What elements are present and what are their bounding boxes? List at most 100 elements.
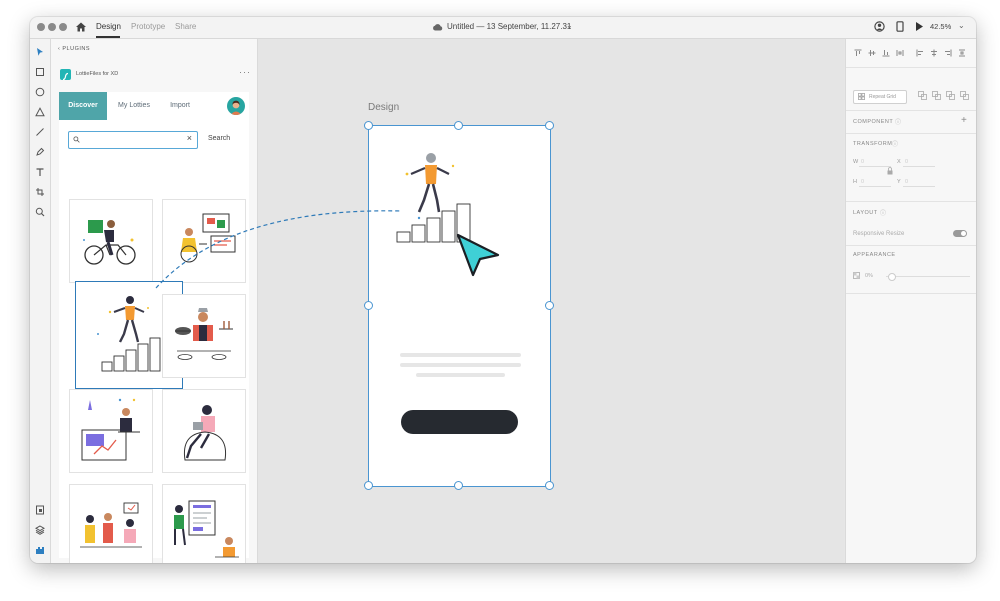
zoom-level[interactable]: 42.5% (930, 22, 951, 31)
chevron-down-icon[interactable]: ⌄ (566, 21, 573, 30)
boolean-subtract-icon[interactable] (932, 91, 941, 100)
search-field[interactable]: × (68, 131, 198, 149)
divider (846, 67, 976, 68)
lottiefiles-logo-icon (60, 69, 71, 81)
search-button[interactable]: Search (208, 135, 230, 142)
chef-illustration (175, 308, 233, 360)
ellipse-tool-icon[interactable] (35, 87, 45, 97)
boolean-exclude-icon[interactable] (960, 91, 969, 100)
boolean-intersect-icon[interactable] (946, 91, 955, 100)
animation-card-team-meeting[interactable] (69, 484, 153, 563)
polygon-tool-icon[interactable] (35, 107, 45, 117)
selection-handle-top-left[interactable] (364, 121, 373, 130)
responsive-resize-label: Responsive Resize (853, 231, 905, 237)
selection-handle-top-right[interactable] (545, 121, 554, 130)
height-label: H (853, 179, 857, 185)
repeat-grid-icon (858, 93, 865, 100)
zoom-window-button[interactable] (59, 23, 67, 31)
clear-search-icon[interactable]: × (187, 133, 192, 143)
title-bar: Design Prototype Share Untitled — 13 Sep… (30, 17, 976, 39)
opacity-slider-thumb[interactable] (888, 273, 896, 281)
opacity-value[interactable]: 0% (865, 273, 873, 279)
document-title[interactable]: Untitled — 13 September, 11.27.31 (447, 22, 571, 31)
plugins-back-link[interactable]: ‹ PLUGINS (58, 46, 90, 52)
home-icon[interactable] (75, 21, 87, 33)
layers-icon[interactable] (35, 525, 45, 535)
avatar[interactable] (227, 97, 245, 115)
animation-card-chef[interactable] (162, 294, 246, 378)
repeat-grid-button[interactable]: Repeat Grid (853, 90, 907, 104)
artboard-label[interactable]: Design (368, 102, 399, 113)
distribute-vertical-icon[interactable] (896, 49, 904, 57)
text-placeholder-line (400, 363, 521, 367)
align-middle-icon[interactable] (868, 49, 876, 57)
lock-icon[interactable] (887, 167, 893, 175)
width-field[interactable]: 0 (861, 159, 864, 165)
height-field[interactable]: 0 (861, 179, 864, 185)
play-icon[interactable] (914, 21, 924, 32)
tab-my-lotties[interactable]: My Lotties (109, 92, 159, 120)
design-canvas[interactable]: Design (258, 39, 844, 563)
align-left-icon[interactable] (916, 49, 924, 57)
text-tool-icon[interactable] (35, 167, 45, 177)
x-field[interactable]: 0 (905, 159, 908, 165)
zoom-chevron-icon[interactable]: ⌄ (958, 21, 965, 30)
add-component-icon[interactable]: + (961, 115, 967, 126)
user-icon[interactable] (874, 21, 885, 32)
divider (846, 293, 976, 294)
rectangle-tool-icon[interactable] (35, 67, 45, 77)
align-bottom-icon[interactable] (882, 49, 890, 57)
responsive-resize-toggle[interactable] (953, 230, 967, 237)
animation-card-dashboard-worker[interactable] (162, 199, 246, 283)
align-top-icon[interactable] (854, 49, 862, 57)
info-icon[interactable]: ⓘ (895, 117, 901, 126)
tab-design[interactable]: Design (96, 22, 121, 31)
selection-handle-top[interactable] (454, 121, 463, 130)
align-center-icon[interactable] (930, 49, 938, 57)
selection-handle-left[interactable] (364, 301, 373, 310)
selection-handle-right[interactable] (545, 301, 554, 310)
divider (846, 110, 976, 111)
cta-button-shape[interactable] (401, 410, 518, 434)
animation-card-beanbag-reader[interactable] (162, 389, 246, 473)
divider (846, 245, 976, 246)
tab-share[interactable]: Share (175, 22, 196, 31)
more-options-icon[interactable]: ··· (239, 67, 251, 77)
tab-prototype[interactable]: Prototype (131, 22, 165, 31)
plugins-icon[interactable] (35, 545, 45, 555)
info-icon[interactable]: ⓘ (892, 139, 898, 148)
line-tool-icon[interactable] (35, 127, 45, 137)
tab-import[interactable]: Import (161, 92, 199, 120)
opacity-icon (853, 272, 860, 279)
animation-card-growth-chart[interactable] (69, 389, 153, 473)
selection-handle-bottom[interactable] (454, 481, 463, 490)
active-tab-indicator (96, 36, 120, 38)
component-section-title: COMPONENT (853, 119, 894, 125)
animation-card-delivery-cyclist[interactable] (69, 199, 153, 283)
assets-icon[interactable] (35, 505, 45, 515)
select-tool-icon[interactable] (35, 47, 45, 57)
divider (846, 133, 976, 134)
pen-tool-icon[interactable] (35, 147, 45, 157)
distribute-horizontal-icon[interactable] (958, 49, 966, 57)
tab-discover[interactable]: Discover (59, 92, 107, 120)
close-window-button[interactable] (37, 23, 45, 31)
info-icon[interactable]: ⓘ (880, 208, 886, 217)
artboard[interactable] (368, 125, 551, 487)
y-field[interactable]: 0 (905, 179, 908, 185)
selection-handle-bottom-left[interactable] (364, 481, 373, 490)
appearance-section-title: APPEARANCE (853, 252, 896, 258)
artboard-tool-icon[interactable] (35, 187, 45, 197)
search-input[interactable] (83, 133, 183, 145)
opacity-slider[interactable] (886, 276, 970, 277)
text-placeholder-line (400, 353, 521, 357)
animation-card-task-board[interactable] (162, 484, 246, 563)
selection-handle-bottom-right[interactable] (545, 481, 554, 490)
zoom-tool-icon[interactable] (35, 207, 45, 217)
align-right-icon[interactable] (944, 49, 952, 57)
boolean-add-icon[interactable] (918, 91, 927, 100)
layout-section-title: LAYOUT (853, 210, 878, 216)
beanbag-reader-illustration (183, 405, 227, 461)
mobile-preview-icon[interactable] (896, 21, 904, 32)
minimize-window-button[interactable] (48, 23, 56, 31)
